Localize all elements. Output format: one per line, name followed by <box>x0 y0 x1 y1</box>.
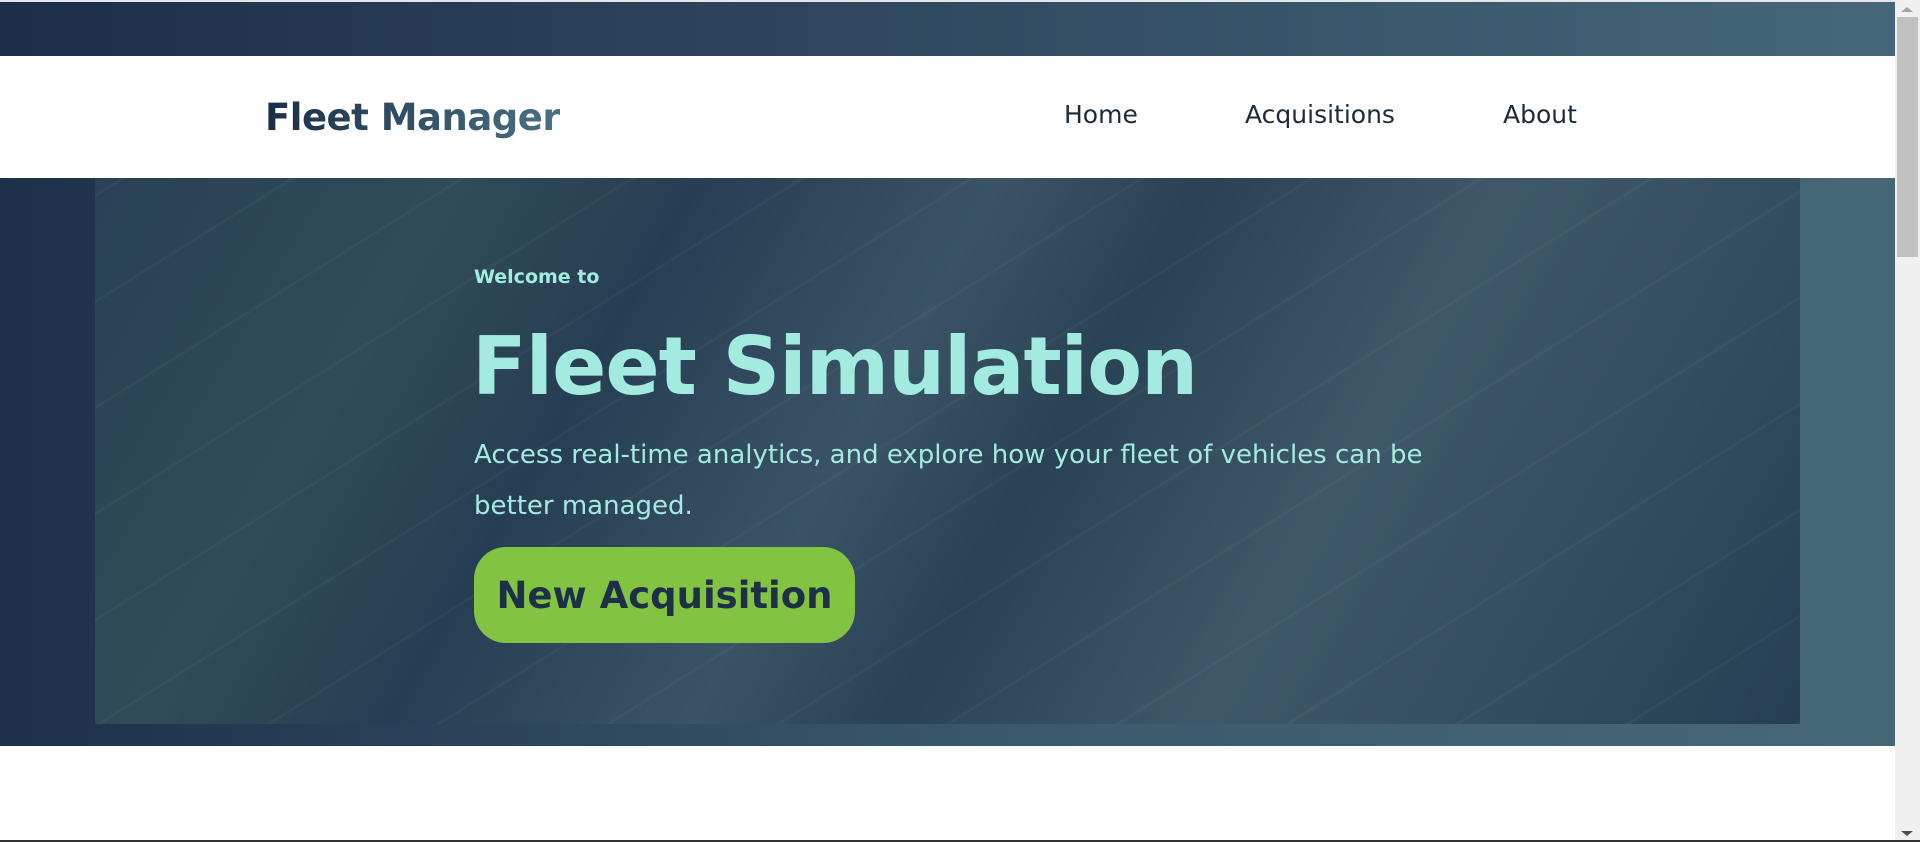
scroll-up-arrow-icon[interactable] <box>1901 7 1913 12</box>
vertical-scrollbar[interactable] <box>1895 0 1920 842</box>
nav-acquisitions[interactable]: Acquisitions <box>1245 100 1395 129</box>
scrollbar-thumb[interactable] <box>1897 17 1918 257</box>
nav-about[interactable]: About <box>1503 100 1577 129</box>
new-acquisition-button[interactable]: New Acquisition <box>474 547 855 643</box>
hero-title: Fleet Simulation <box>472 320 1198 413</box>
hero-eyebrow: Welcome to <box>474 266 600 288</box>
top-banner <box>0 2 1895 56</box>
page: Fleet Manager Home Acquisitions About We… <box>0 0 1895 842</box>
logo[interactable]: Fleet Manager <box>265 96 561 139</box>
scroll-down-arrow-icon[interactable] <box>1901 831 1913 836</box>
nav-home[interactable]: Home <box>1064 100 1138 129</box>
hero-subtitle: Access real-time analytics, and explore … <box>474 440 1423 521</box>
site-header: Fleet Manager Home Acquisitions About <box>0 56 1895 178</box>
